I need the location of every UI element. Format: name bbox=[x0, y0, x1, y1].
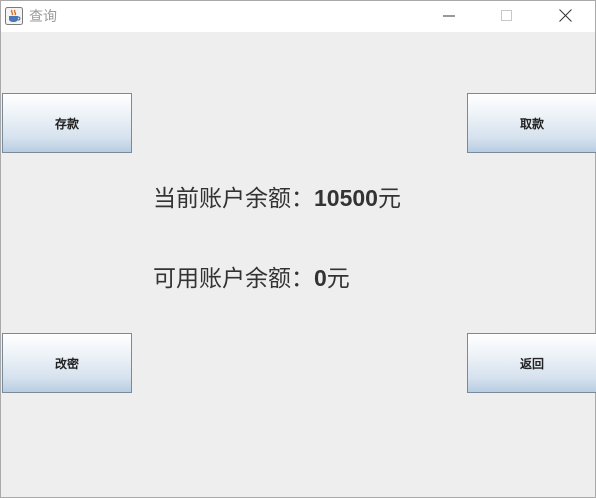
minimize-button[interactable] bbox=[426, 1, 472, 32]
minimize-icon bbox=[443, 7, 455, 26]
available-balance-unit: 元 bbox=[326, 266, 350, 292]
current-balance-unit: 元 bbox=[377, 186, 401, 212]
close-icon bbox=[558, 7, 572, 26]
current-balance-line: 当前账户余额：10500元 bbox=[153, 183, 401, 214]
available-balance-line: 可用账户余额：0元 bbox=[153, 263, 350, 294]
title-bar[interactable]: 查询 bbox=[1, 1, 595, 32]
back-button[interactable]: 返回 bbox=[467, 333, 596, 393]
available-balance-value: 0 bbox=[314, 265, 327, 291]
change-password-button[interactable]: 改密 bbox=[2, 333, 132, 393]
withdraw-button[interactable]: 取款 bbox=[467, 93, 596, 153]
maximize-icon bbox=[501, 7, 513, 26]
deposit-button[interactable]: 存款 bbox=[2, 93, 132, 153]
current-balance-value: 10500 bbox=[314, 185, 378, 211]
app-window: 查询 存款 取款 当前账户余额：10500元 可用账户余额：0元 改密 返回 bbox=[0, 0, 596, 498]
current-balance-label: 当前账户余额： bbox=[153, 186, 314, 212]
main-panel: 存款 取款 当前账户余额：10500元 可用账户余额：0元 改密 返回 bbox=[1, 32, 596, 497]
window-title: 查询 bbox=[29, 9, 57, 25]
java-cup-icon bbox=[5, 7, 23, 25]
close-button[interactable] bbox=[542, 1, 588, 32]
maximize-button[interactable] bbox=[484, 1, 530, 32]
available-balance-label: 可用账户余额： bbox=[153, 266, 314, 292]
